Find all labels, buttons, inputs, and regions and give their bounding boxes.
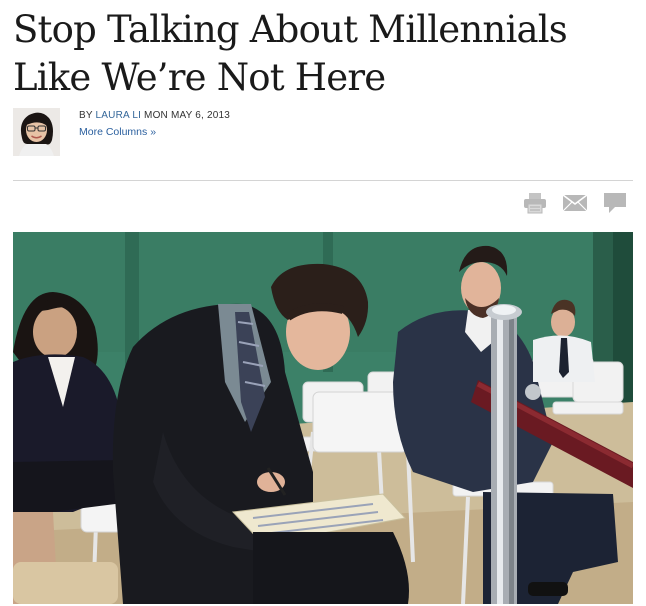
- comment-button[interactable]: [602, 191, 628, 215]
- article-headline: Stop Talking About Millennials Like We’r…: [13, 8, 568, 99]
- print-button[interactable]: [522, 191, 548, 215]
- print-icon: [524, 193, 546, 214]
- byline-prefix: BY: [79, 110, 93, 121]
- article-photo: [13, 232, 633, 604]
- email-icon: [562, 194, 588, 212]
- author-avatar[interactable]: [13, 108, 60, 156]
- byline-meta: BY LAURA LI MON MAY 6, 2013: [79, 110, 230, 121]
- author-link[interactable]: LAURA LI: [96, 110, 142, 121]
- more-columns-link[interactable]: More Columns »: [79, 126, 156, 138]
- share-tools: [522, 190, 628, 216]
- publish-date: MON MAY 6, 2013: [144, 110, 231, 121]
- comment-icon: [604, 193, 626, 213]
- email-button[interactable]: [562, 191, 588, 215]
- byline: BY LAURA LI MON MAY 6, 2013 More Columns…: [13, 108, 633, 158]
- divider: [13, 180, 633, 181]
